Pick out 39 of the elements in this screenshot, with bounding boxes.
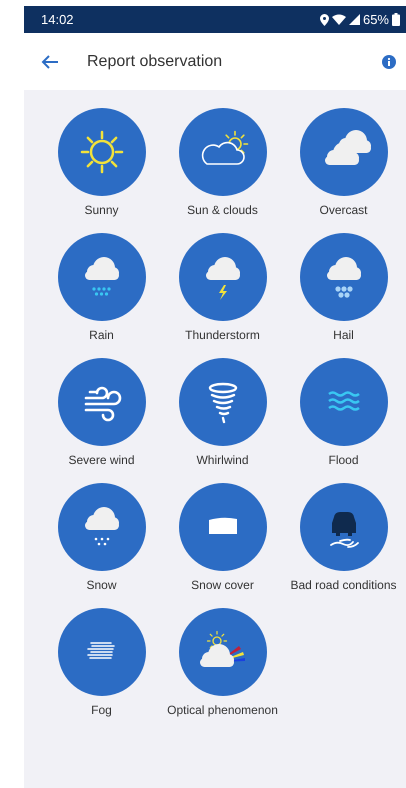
location-icon [320, 14, 329, 26]
rainbow-icon [178, 608, 266, 696]
battery-icon [392, 13, 400, 26]
snow-block-icon [178, 483, 266, 571]
observation-option[interactable]: Flood [283, 358, 404, 470]
observation-option[interactable]: Thunderstorm [162, 233, 283, 345]
wind-icon [58, 358, 146, 446]
observation-option[interactable]: Rain [41, 233, 162, 345]
clouds-icon [300, 108, 388, 196]
info-icon [382, 54, 396, 68]
lightning-cloud-icon [178, 233, 266, 321]
rain-cloud-icon [58, 233, 146, 321]
cloud-sun-icon [178, 108, 266, 196]
signal-icon [348, 14, 360, 25]
observation-option[interactable]: Hail [283, 233, 404, 345]
car-icon [300, 483, 388, 571]
back-button[interactable] [41, 54, 59, 68]
status-time: 14:02 [41, 12, 74, 27]
tornado-icon [178, 358, 266, 446]
back-arrow-icon [41, 54, 59, 68]
observation-option[interactable]: Snow cover [162, 483, 283, 595]
sun-icon [58, 108, 146, 196]
info-button[interactable] [382, 54, 396, 68]
wifi-icon [332, 14, 346, 25]
observation-option[interactable]: Sun & clouds [162, 108, 283, 220]
fog-icon [58, 608, 146, 696]
waves-icon [300, 358, 388, 446]
hail-cloud-icon [300, 233, 388, 321]
observation-option[interactable]: Whirlwind [162, 358, 283, 470]
observation-option[interactable]: Fog [41, 608, 162, 720]
observation-option[interactable]: Severe wind [41, 358, 162, 470]
observation-option[interactable]: Optical phenomenon [162, 608, 283, 720]
observation-option[interactable]: Bad road conditions [283, 483, 404, 595]
snow-cloud-icon [58, 483, 146, 571]
battery-percent: 65% [362, 12, 389, 27]
observation-option[interactable]: Snow [41, 483, 162, 595]
observation-option[interactable]: Sunny [41, 108, 162, 220]
observation-option[interactable]: Overcast [283, 108, 404, 220]
screen-title: Report observation [87, 52, 224, 70]
